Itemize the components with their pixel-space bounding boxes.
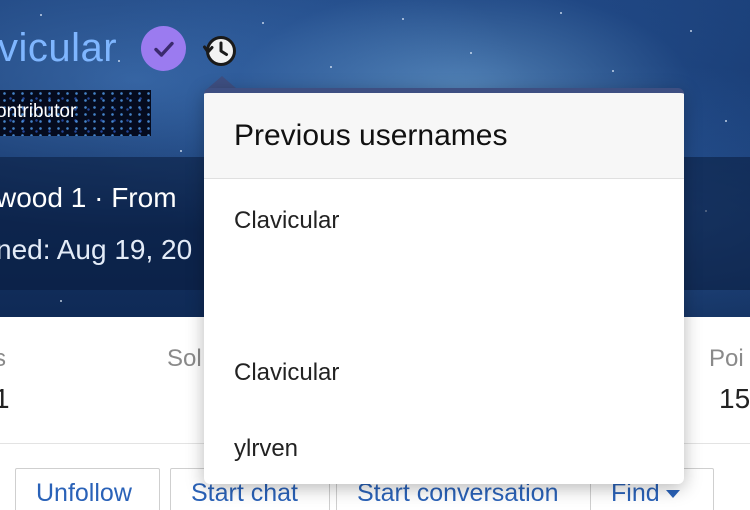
username-history-button[interactable] (199, 32, 241, 70)
caret-down-icon (665, 490, 680, 499)
stat-label: Sol (167, 345, 202, 372)
role-badge: ontributor (0, 90, 151, 136)
profile-joined-date: ned: Aug 19, 20 (0, 234, 193, 265)
profile-from-label: From (111, 182, 177, 213)
profile-location-line: wood 1 · From (0, 181, 177, 215)
stat-value: 15 (719, 383, 750, 414)
verified-badge (141, 26, 186, 71)
history-icon (203, 36, 236, 66)
popover-header: Previous usernames (204, 93, 684, 179)
stat-label: Poi (709, 345, 744, 372)
previous-username-item: Clavicular (234, 207, 340, 234)
check-circle-icon (153, 41, 174, 57)
unfollow-button[interactable]: Unfollow (15, 468, 160, 510)
previous-username-item: ylrven (234, 435, 299, 462)
previous-username-item: Clavicular (234, 359, 340, 386)
info-separator: · (86, 182, 112, 213)
stat-label: s (0, 345, 6, 372)
profile-username[interactable]: vicular (0, 24, 117, 72)
profile-location: wood 1 (0, 182, 87, 213)
popover-title: Previous usernames (234, 118, 508, 152)
previous-usernames-popover: Previous usernames Clavicular Clavicular… (204, 88, 684, 484)
role-label: ontributor (0, 101, 77, 122)
stat-value: 1 (0, 383, 10, 414)
